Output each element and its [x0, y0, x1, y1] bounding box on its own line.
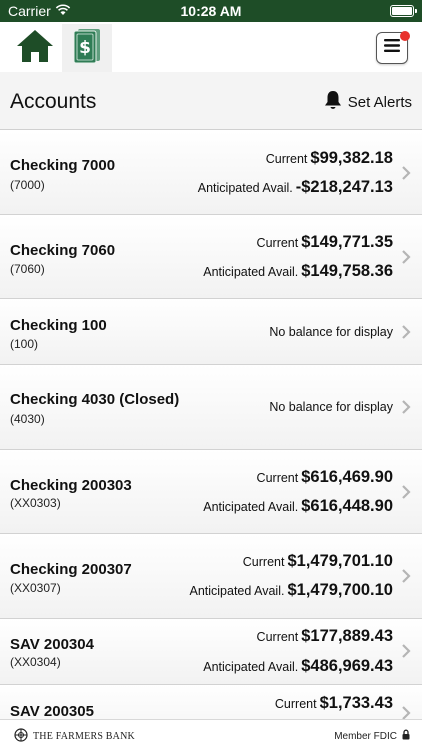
chevron-right-icon [402, 400, 411, 414]
anticipated-label: Anticipated Avail. [189, 584, 285, 598]
no-balance-text: No balance for display [269, 400, 393, 414]
current-balance-line: Current $177,889.43 [257, 627, 393, 646]
bell-icon [324, 90, 342, 114]
account-name: Checking 4030 (Closed) [10, 391, 180, 408]
chevron-right-icon [402, 569, 411, 583]
home-button[interactable] [8, 26, 62, 70]
anticipated-label: Anticipated Avail. [203, 660, 299, 674]
account-name: Checking 7060 [10, 242, 116, 259]
current-label: Current [256, 236, 299, 250]
anticipated-balance: $616,448.90 [301, 497, 393, 515]
accounts-nav-button[interactable]: $ [62, 24, 112, 72]
account-name: Checking 7000 [10, 157, 116, 174]
current-balance-line: Current $1,479,701.10 [243, 552, 393, 571]
anticipated-balance-line: Anticipated Avail. -$218,247.13 [198, 178, 393, 197]
chevron-right-icon [402, 166, 411, 180]
chevron-right-icon [402, 250, 411, 264]
anticipated-label: Anticipated Avail. [203, 500, 299, 514]
current-balance-line: Current $616,469.90 [257, 468, 393, 487]
bank-name: THE FARMERS BANK [33, 731, 135, 742]
top-nav: $ [0, 22, 422, 72]
anticipated-balance-line: Anticipated Avail. $616,448.90 [203, 497, 393, 516]
account-number: (XX0303) [10, 496, 61, 510]
account-row[interactable]: Checking 100 (100) No balance for displa… [0, 299, 422, 365]
status-bar: Carrier 10:28 AM [0, 0, 422, 22]
anticipated-label: Anticipated Avail. [203, 265, 299, 279]
current-balance-line: Current $99,382.18 [266, 149, 393, 168]
set-alerts-label: Set Alerts [347, 93, 412, 111]
account-number: (XX0307) [10, 581, 61, 595]
current-label: Current [256, 471, 299, 485]
account-name: Checking 200303 [10, 477, 132, 494]
bank-emblem-icon [14, 728, 28, 745]
current-balance: $177,889.43 [301, 627, 393, 645]
accounts-header: Accounts Set Alerts [0, 72, 422, 130]
account-number: (XX0304) [10, 655, 61, 669]
current-balance: $149,771.35 [301, 233, 393, 251]
account-number: (7000) [10, 178, 45, 192]
home-icon [15, 28, 55, 69]
chevron-right-icon [402, 644, 411, 658]
account-row[interactable]: Checking 7060 (7060) Current $149,771.35… [0, 215, 422, 299]
current-balance: $99,382.18 [310, 149, 393, 167]
footer: THE FARMERS BANK Member FDIC [0, 719, 422, 750]
account-row[interactable]: Checking 200303 (XX0303) Current $616,46… [0, 450, 422, 534]
account-number: (4030) [10, 412, 45, 426]
anticipated-balance-line: Anticipated Avail. $486,969.43 [203, 657, 393, 676]
current-balance: $1,479,701.10 [287, 552, 393, 570]
current-balance: $1,733.43 [319, 694, 393, 712]
current-label: Current [256, 630, 299, 644]
anticipated-balance-line: Anticipated Avail. $1,479,700.10 [189, 581, 393, 600]
battery-icon [390, 5, 417, 17]
account-list: Checking 7000 (7000) Current $99,382.18 … [0, 131, 422, 719]
chevron-right-icon [402, 485, 411, 499]
lock-icon [402, 729, 410, 743]
page-title: Accounts [10, 90, 97, 113]
account-name: SAV 200305 [10, 703, 94, 719]
fdic-label: Member FDIC [334, 730, 397, 742]
account-row[interactable]: SAV 200305 Current $1,733.43 [0, 685, 422, 719]
account-row[interactable]: Checking 200307 (XX0307) Current $1,479,… [0, 534, 422, 619]
chevron-right-icon [402, 325, 411, 339]
current-balance-line: Current $1,733.43 [275, 694, 393, 713]
anticipated-balance: $149,758.36 [301, 262, 393, 280]
fdic-notice: Member FDIC [334, 729, 410, 743]
anticipated-balance: $1,479,700.10 [287, 581, 393, 599]
anticipated-balance-line: Anticipated Avail. $149,758.36 [203, 262, 393, 281]
account-row[interactable]: Checking 4030 (Closed) (4030) No balance… [0, 365, 422, 450]
bank-logo: THE FARMERS BANK [14, 728, 135, 745]
anticipated-balance: $486,969.43 [301, 657, 393, 675]
set-alerts-button[interactable]: Set Alerts [324, 90, 412, 114]
notification-dot [400, 31, 410, 41]
account-row[interactable]: Checking 7000 (7000) Current $99,382.18 … [0, 131, 422, 215]
hamburger-menu-icon [384, 39, 400, 57]
chevron-right-icon [402, 706, 411, 719]
dollar-bills-icon: $ [71, 28, 103, 69]
svg-text:$: $ [79, 38, 91, 58]
no-balance-text: No balance for display [269, 325, 393, 339]
anticipated-balance: -$218,247.13 [295, 178, 393, 196]
account-name: Checking 200307 [10, 561, 132, 578]
current-label: Current [242, 555, 285, 569]
current-balance-line: Current $149,771.35 [257, 233, 393, 252]
clock: 10:28 AM [180, 3, 242, 19]
anticipated-label: Anticipated Avail. [197, 181, 293, 195]
account-number: (100) [10, 337, 39, 351]
current-balance: $616,469.90 [301, 468, 393, 486]
account-number: (7060) [10, 262, 45, 276]
current-label: Current [274, 697, 317, 711]
current-label: Current [265, 152, 308, 166]
account-name: Checking 100 [10, 317, 107, 334]
account-row[interactable]: SAV 200304 (XX0304) Current $177,889.43 … [0, 619, 422, 685]
account-name: SAV 200304 [10, 636, 94, 653]
